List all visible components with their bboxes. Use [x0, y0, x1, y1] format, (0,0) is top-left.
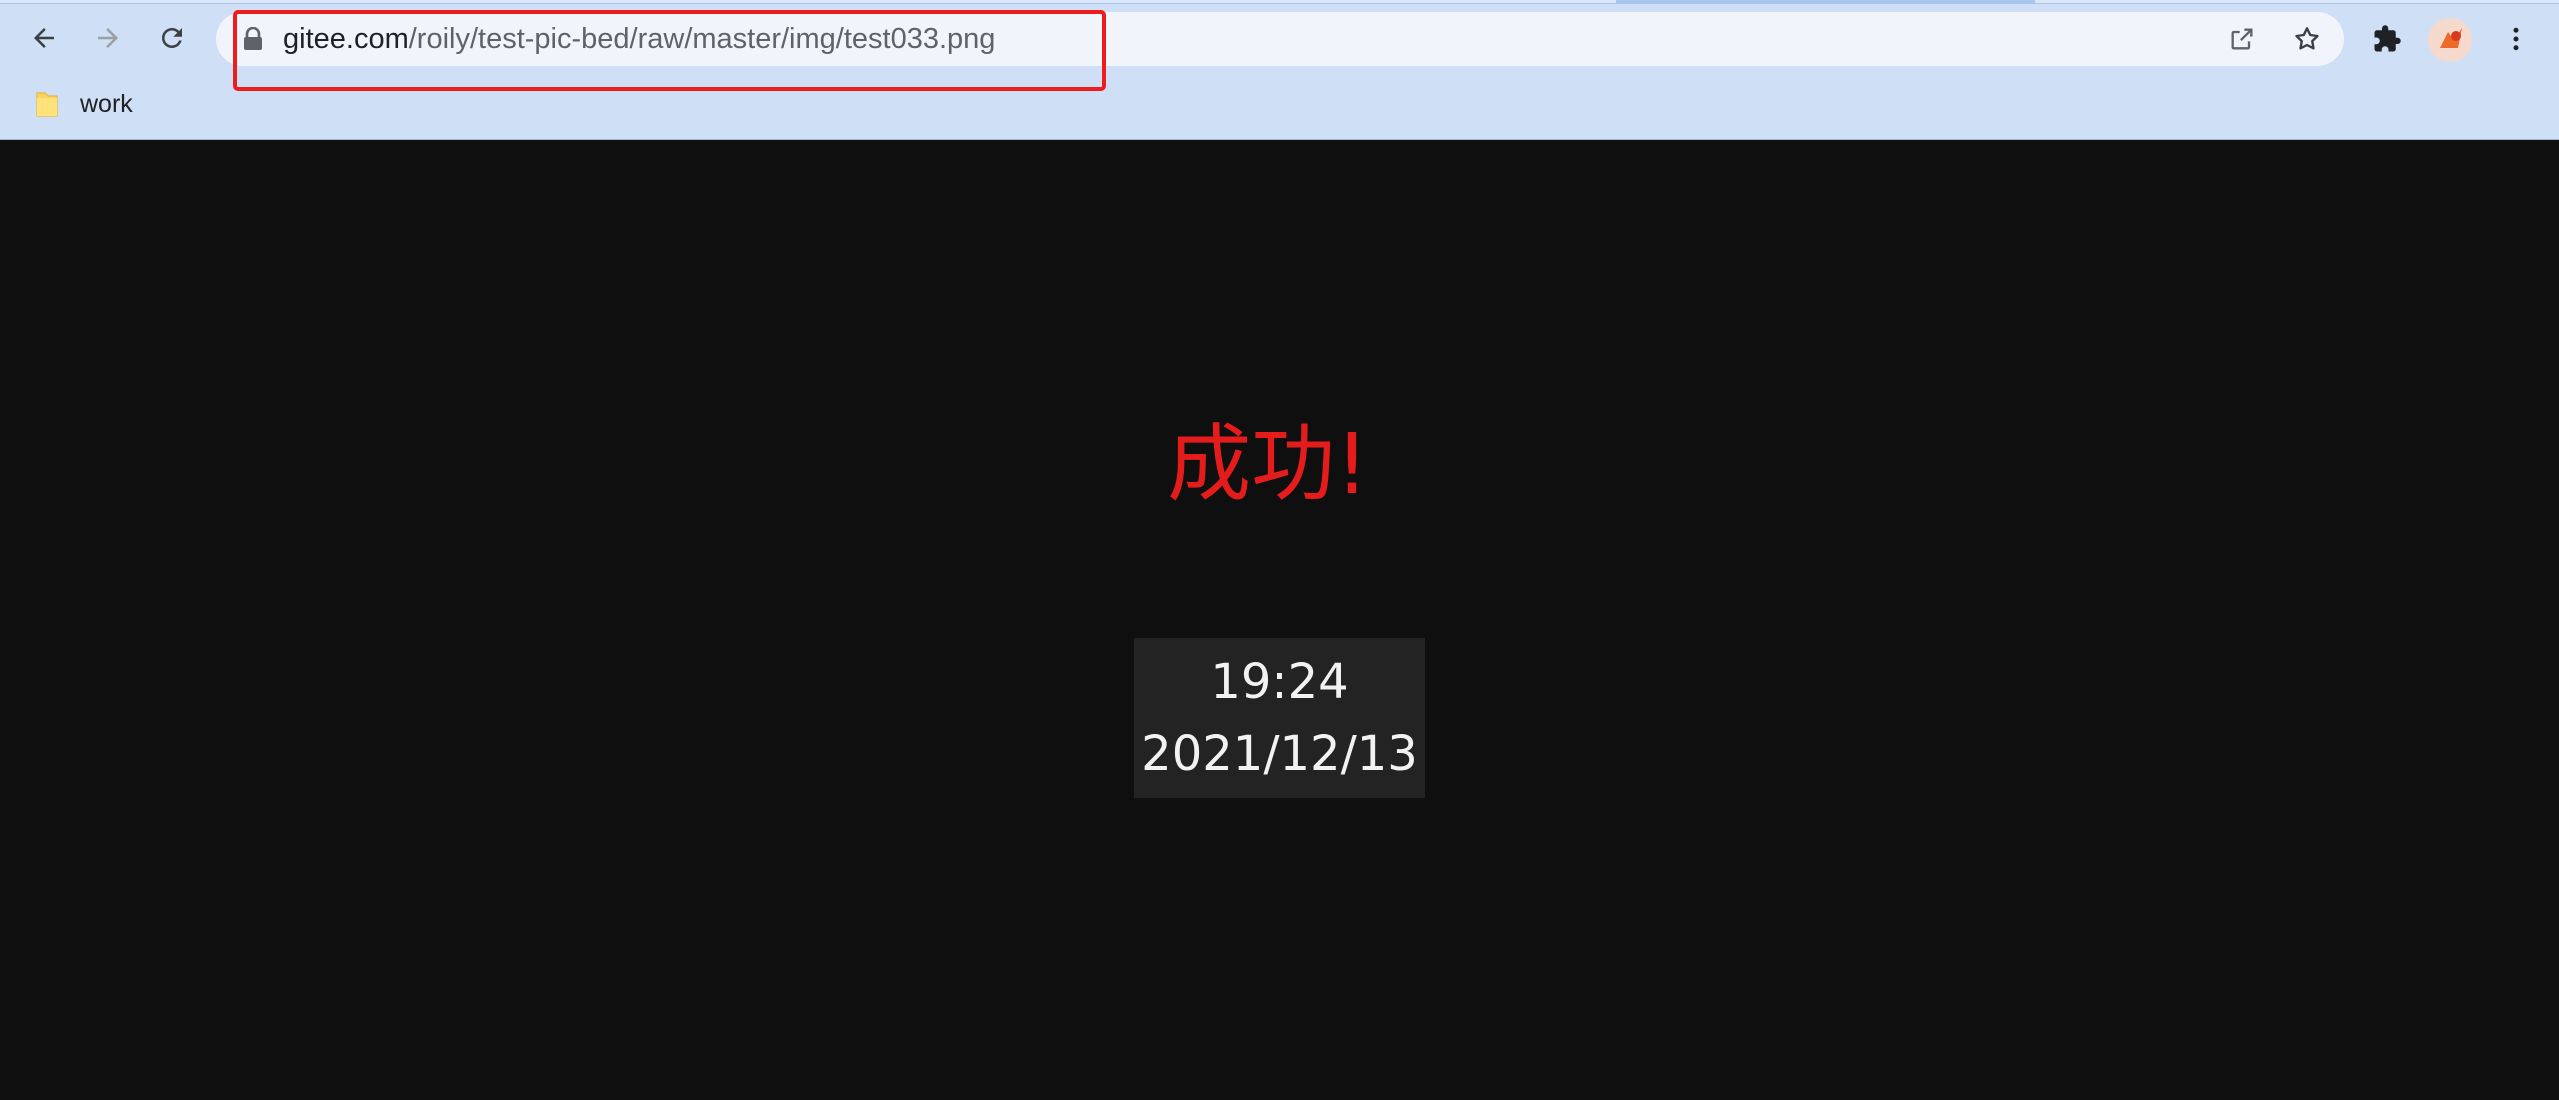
arrow-left-icon [34, 28, 54, 48]
share-button[interactable] [2221, 18, 2263, 60]
forward-button[interactable] [84, 14, 132, 62]
clock-time: 19:24 [1210, 654, 1349, 710]
url-highlight-annotation [233, 10, 1106, 91]
active-tab-edge [0, 0, 1616, 3]
extensions-puzzle-icon [2374, 25, 2401, 52]
avatar-image [2428, 18, 2472, 62]
share-icon [2231, 28, 2253, 50]
success-headline: 成功! [1167, 415, 1369, 513]
bookmark-star-button[interactable] [2286, 18, 2328, 60]
reload-icon [162, 28, 182, 48]
folder-icon [36, 92, 58, 117]
back-button[interactable] [20, 14, 68, 62]
arrow-right-icon [98, 28, 118, 48]
more-vertical-icon [2513, 27, 2519, 51]
browser-toolbar: gitee.com/roily/test-pic-bed/raw/master/… [0, 0, 2559, 140]
bookmark-work[interactable]: work [24, 82, 143, 126]
profile-avatar[interactable] [2428, 18, 2472, 62]
clock-widget: 19:24 2021/12/13 [1134, 638, 1425, 798]
inactive-tab-edge [2035, 0, 2559, 3]
extensions-button[interactable] [2363, 15, 2411, 63]
star-icon [2295, 27, 2319, 50]
clock-date: 2021/12/13 [1141, 726, 1418, 782]
page-viewport: 成功! 19:24 2021/12/13 [0, 140, 2559, 1100]
bookmark-label: work [80, 89, 133, 118]
reload-button[interactable] [148, 14, 196, 62]
browser-menu-button[interactable] [2492, 15, 2540, 63]
